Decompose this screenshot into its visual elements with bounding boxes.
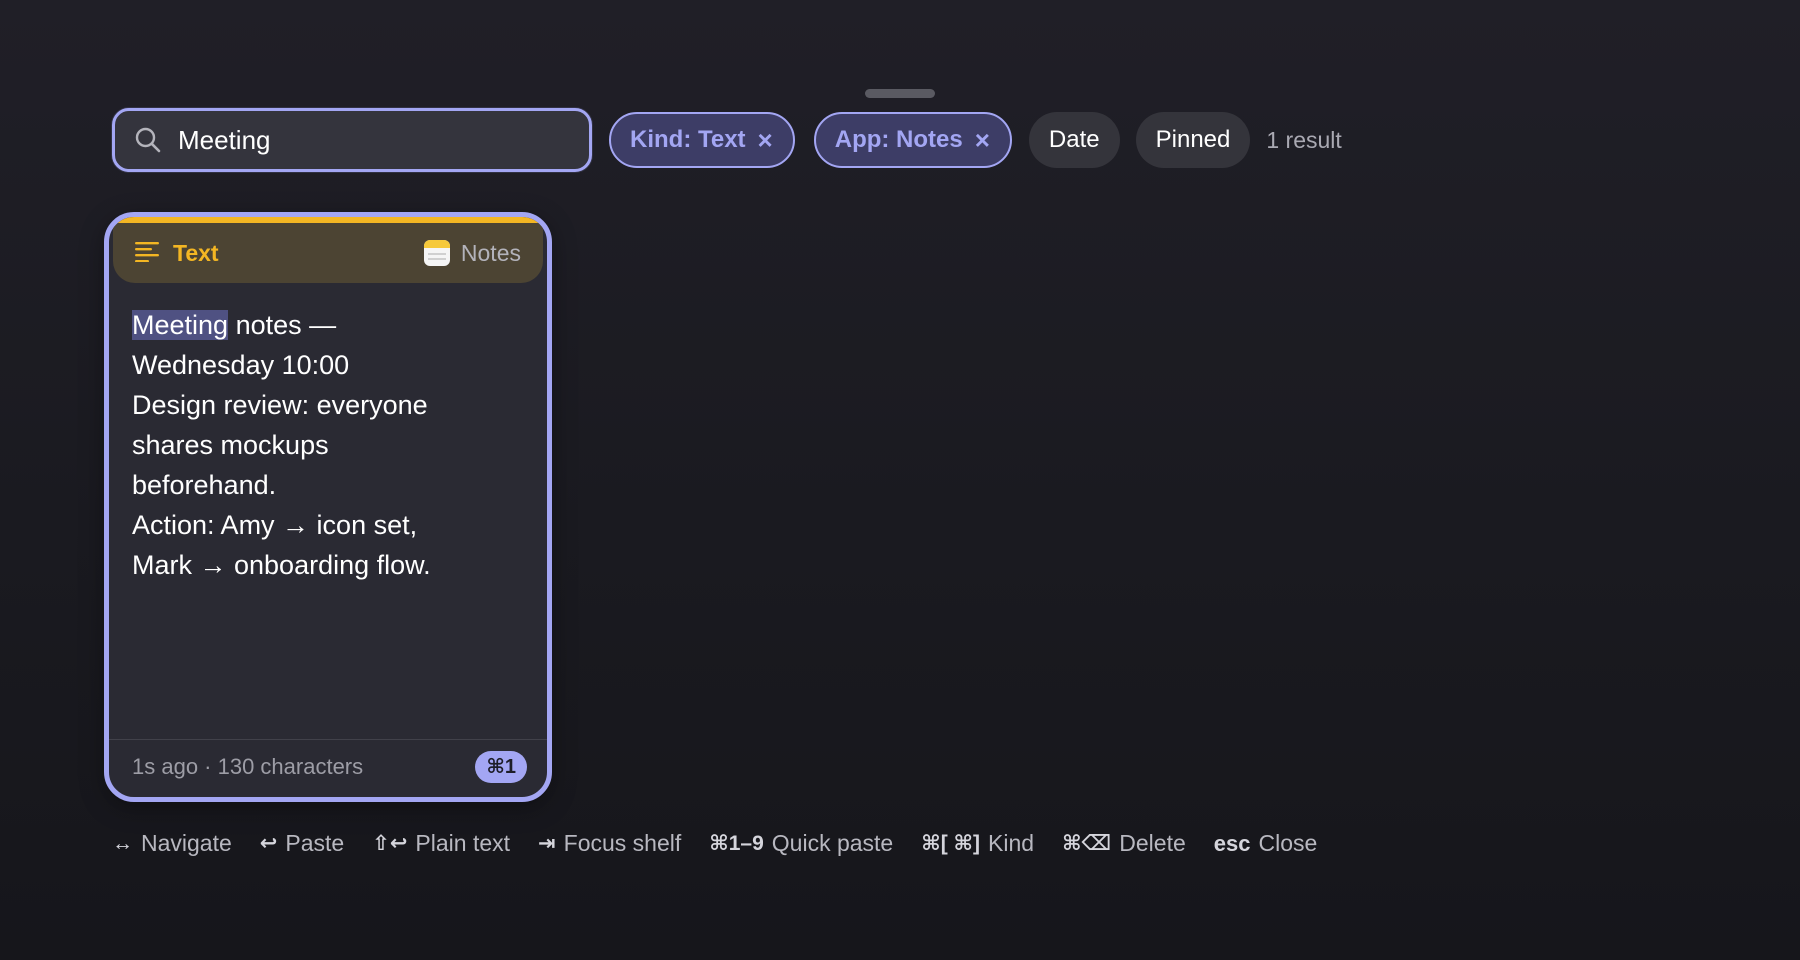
close-icon[interactable]: × xyxy=(975,125,990,156)
filter-chip-kind-label: Kind: Text xyxy=(630,126,746,153)
hint-close: esc Close xyxy=(1214,830,1318,857)
hint-paste: ↩ Paste xyxy=(260,830,344,857)
clip-line: Mark → onboarding flow. xyxy=(132,550,431,580)
hint-plain-text: ⇧↩ Plain text xyxy=(372,830,510,857)
filter-chip-date[interactable]: Date xyxy=(1028,112,1120,168)
filter-chip-app[interactable]: App: Notes × xyxy=(813,112,1012,168)
filter-chip-app-label: App: Notes xyxy=(834,126,963,153)
clip-card-footer: 1s ago · 130 characters ⌘1 xyxy=(109,739,547,797)
filter-chip-kind[interactable]: Kind: Text × xyxy=(609,112,795,168)
hint-key: esc xyxy=(1213,830,1251,856)
notes-app-icon xyxy=(423,240,450,266)
clip-card[interactable]: Text Notes Meeting notes — Wednesday 10:… xyxy=(104,212,552,802)
hint-label: Delete xyxy=(1119,830,1186,856)
clip-line: beforehand. xyxy=(132,470,277,500)
hint-key: ⌘1–9 xyxy=(709,832,764,855)
quick-paste-badge: ⌘1 xyxy=(475,750,527,783)
clip-line: shares mockups xyxy=(132,430,329,460)
search-input[interactable] xyxy=(178,124,558,156)
hint-label: Plain text xyxy=(415,830,511,856)
search-icon xyxy=(134,126,162,154)
hint-quick-paste: ⌘1–9 Quick paste xyxy=(709,830,893,857)
keyboard-hints: ↔ Navigate ↩ Paste ⇧↩ Plain text ⇥ Focus… xyxy=(112,830,1345,857)
clip-line: Action: Amy → icon set, xyxy=(132,510,418,540)
hint-kind: ⌘[ ⌘] Kind xyxy=(921,830,1034,857)
source-app-label: Notes xyxy=(460,239,521,266)
hint-delete: ⌘⌫ Delete xyxy=(1062,830,1186,857)
close-icon[interactable]: × xyxy=(758,125,773,156)
hint-label: Paste xyxy=(285,830,345,856)
result-count: 1 result xyxy=(1266,126,1342,153)
clip-line: Design review: everyone xyxy=(132,390,428,420)
hint-key: ↔ xyxy=(112,831,133,855)
hint-label: Close xyxy=(1258,830,1318,856)
hint-key: ⌘[ ⌘] xyxy=(921,832,981,855)
hint-label: Quick paste xyxy=(771,830,894,856)
text-lines-icon xyxy=(135,240,159,267)
clip-content: Meeting notes — Wednesday 10:00 Design r… xyxy=(109,283,547,715)
filter-bar: Kind: Text × App: Notes × Date Pinned 1 … xyxy=(112,108,1342,172)
kind-tag: Text xyxy=(135,240,219,267)
clip-line: Meeting notes — xyxy=(132,305,525,345)
hint-key: ⌘⌫ xyxy=(1062,832,1112,855)
clipboard-panel: Kind: Text × App: Notes × Date Pinned 1 … xyxy=(0,0,1800,960)
clip-card-header: Text Notes xyxy=(113,223,543,283)
drag-handle[interactable] xyxy=(865,89,935,98)
clip-line-rest: notes — xyxy=(228,310,337,340)
search-field[interactable] xyxy=(112,108,592,172)
hint-label: Focus shelf xyxy=(563,830,682,856)
clip-line: Wednesday 10:00 xyxy=(132,350,350,380)
filter-chip-pinned[interactable]: Pinned xyxy=(1135,112,1251,168)
hint-key: ⇧↩ xyxy=(372,832,408,855)
kind-label: Text xyxy=(173,239,219,266)
hint-key: ↩ xyxy=(259,832,278,855)
source-app: Notes xyxy=(423,239,521,267)
clip-meta: 1s ago · 130 characters xyxy=(132,753,364,779)
hint-label: Navigate xyxy=(141,830,232,856)
hint-navigate: ↔ Navigate xyxy=(112,830,232,857)
search-highlight: Meeting xyxy=(132,310,229,340)
hint-label: Kind xyxy=(988,830,1035,856)
hint-focus-shelf: ⇥ Focus shelf xyxy=(538,830,681,857)
hint-key: ⇥ xyxy=(538,832,556,855)
